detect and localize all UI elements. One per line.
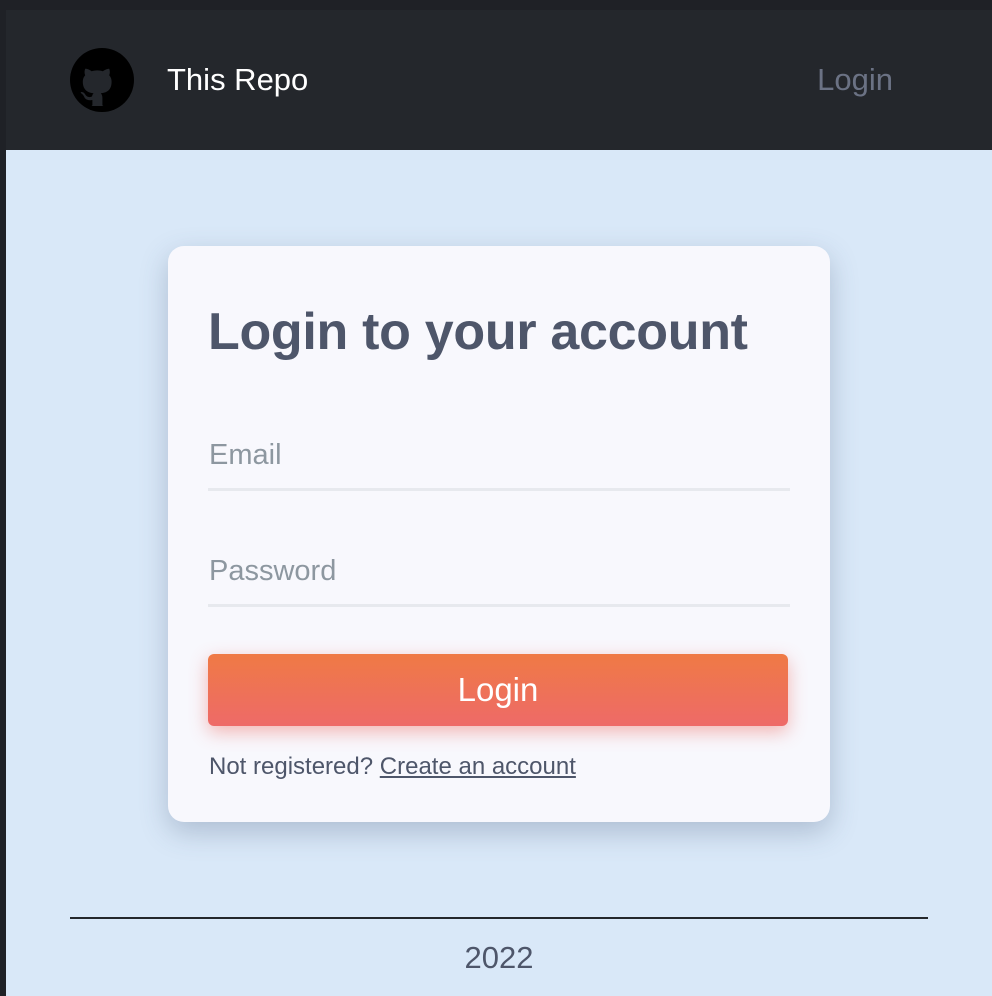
login-heading: Login to your account xyxy=(208,303,748,361)
password-field[interactable] xyxy=(208,545,790,607)
register-prompt: Not registered? Create an account xyxy=(209,752,576,782)
register-prompt-text: Not registered? xyxy=(209,753,374,780)
login-card: Login to your account Login Not register… xyxy=(168,246,830,822)
footer-divider xyxy=(70,917,928,919)
top-nav-bar: This Repo Login xyxy=(6,10,992,150)
login-button[interactable]: Login xyxy=(208,654,788,726)
footer-year: 2022 xyxy=(464,940,534,975)
repo-title[interactable]: This Repo xyxy=(167,62,308,98)
page: This Repo Login Login to your account Lo… xyxy=(6,10,992,996)
github-icon[interactable] xyxy=(70,48,134,112)
email-field[interactable] xyxy=(208,429,790,491)
nav-login-link[interactable]: Login xyxy=(817,62,893,98)
create-account-link[interactable]: Create an account xyxy=(380,753,576,780)
